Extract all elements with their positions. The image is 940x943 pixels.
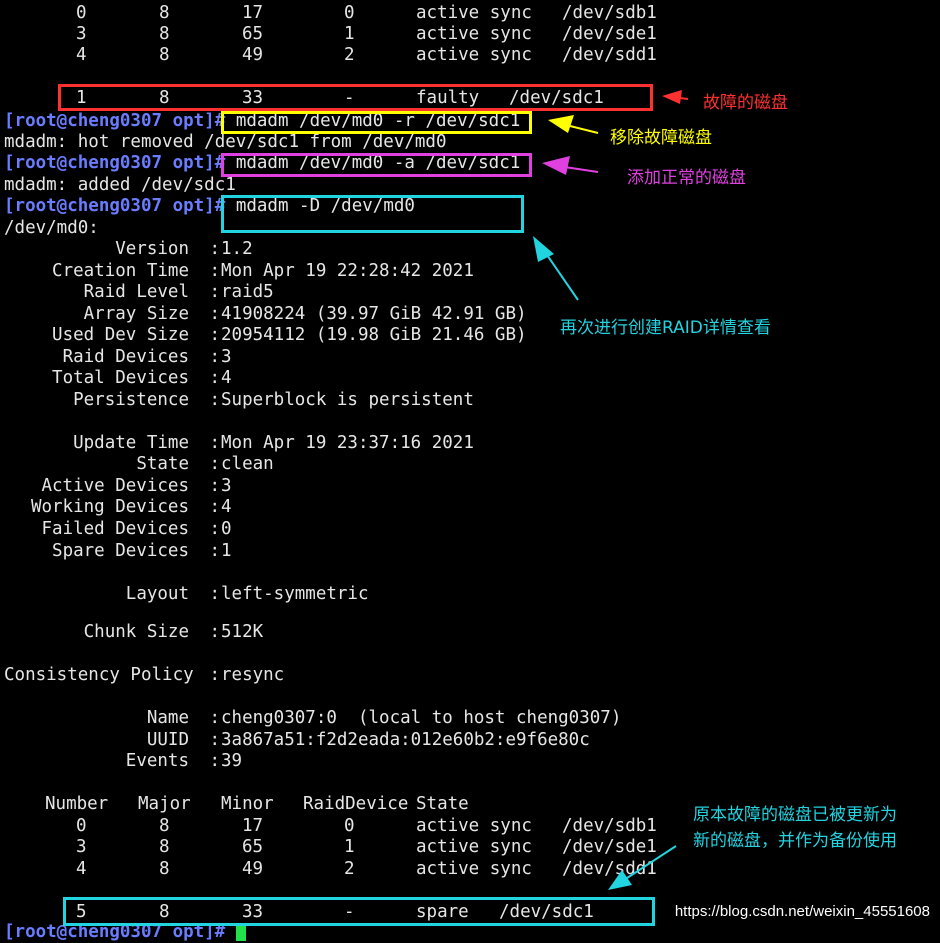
terminal-window[interactable]: 0 8 17 0 active sync/dev/sdb1 3 8 65 1 active sy…	[0, 0, 940, 942]
watermark: https://blog.csdn.net/weixin_45551608	[674, 903, 930, 920]
arrow-to-spare-icon	[608, 845, 677, 890]
annotation-add: 添加正常的磁盘	[627, 168, 746, 188]
annotation-faulty: 故障的磁盘	[703, 93, 788, 113]
arrow-to-detail-icon	[533, 236, 579, 301]
arrow-to-remove-icon	[548, 115, 599, 134]
arrow-to-add-icon	[542, 156, 599, 175]
arrow-to-faulty-icon	[662, 90, 689, 104]
annotation-remove: 移除故障磁盘	[610, 128, 712, 148]
annotation-spare-line1: 原本故障的磁盘已被更新为	[693, 805, 897, 825]
annotation-arrows	[533, 90, 689, 890]
annotation-detail: 再次进行创建RAID详情查看	[560, 318, 771, 338]
annotation-spare-line2: 新的磁盘，并作为备份使用	[693, 831, 897, 851]
